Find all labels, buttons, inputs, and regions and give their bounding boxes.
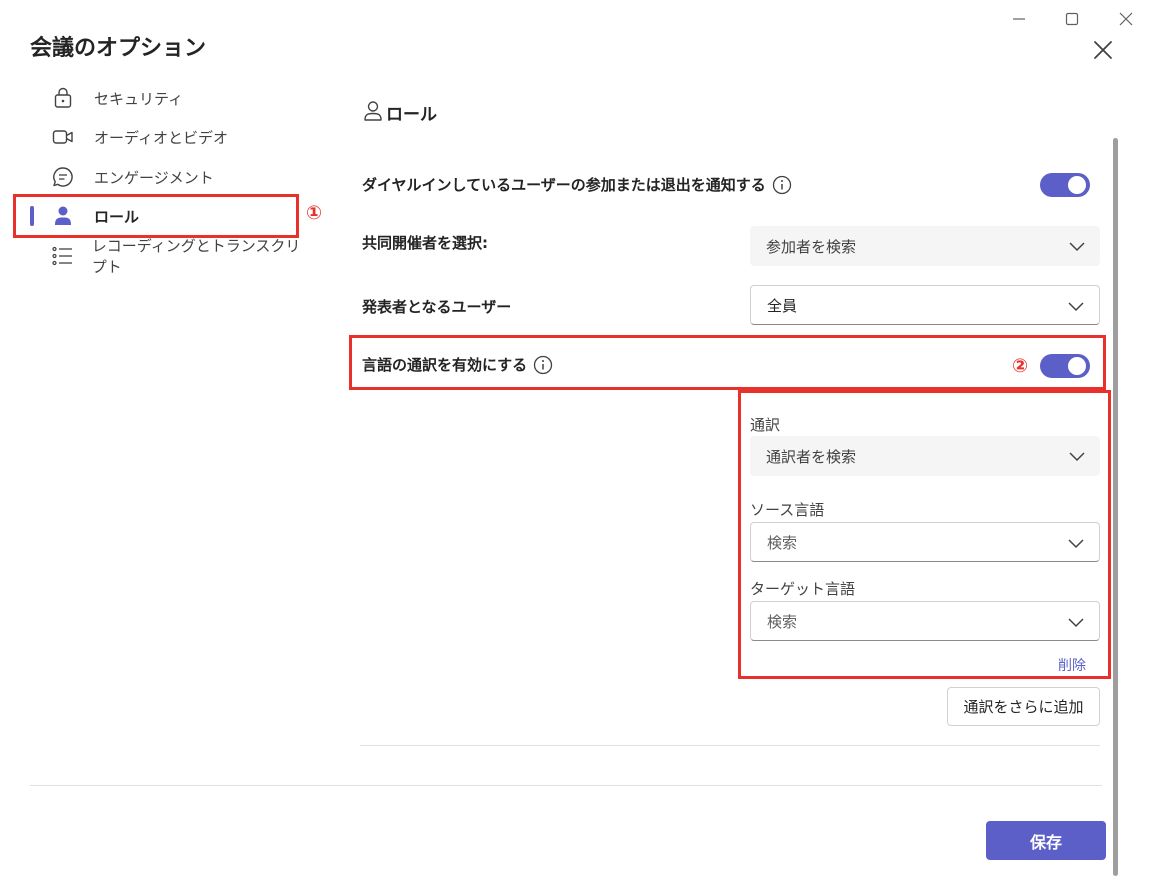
lock-icon bbox=[50, 87, 76, 109]
chevron-down-icon bbox=[1068, 618, 1084, 628]
sidebar-item-audio-video[interactable]: オーディオとビデオ bbox=[40, 122, 310, 152]
toggle-knob bbox=[1068, 176, 1086, 194]
info-icon[interactable] bbox=[772, 175, 792, 195]
dialog-close-button[interactable] bbox=[1090, 37, 1116, 63]
presenters-dropdown[interactable]: 全員 bbox=[750, 285, 1100, 325]
footer-divider bbox=[30, 785, 1102, 786]
person-outline-icon bbox=[362, 100, 384, 122]
sidebar-item-engagement[interactable]: エンゲージメント bbox=[40, 162, 310, 192]
interpreter-search[interactable]: 通訳者を検索 bbox=[750, 436, 1100, 476]
maximize-icon bbox=[1065, 12, 1079, 26]
target-language-label: ターゲット言語 bbox=[750, 580, 856, 598]
annotation-marker-1: ① bbox=[306, 202, 323, 224]
close-icon bbox=[1094, 41, 1112, 59]
maximize-button[interactable] bbox=[1058, 6, 1086, 32]
chevron-down-icon bbox=[1068, 539, 1084, 549]
list-icon bbox=[50, 245, 74, 267]
sidebar-item-label: オーディオとビデオ bbox=[94, 128, 228, 147]
minimize-button[interactable] bbox=[1005, 6, 1033, 32]
source-language-placeholder: 検索 bbox=[767, 533, 798, 552]
delete-interpreter-link[interactable]: 削除 bbox=[1058, 655, 1086, 675]
video-icon bbox=[50, 126, 76, 148]
interpretation-label-row: 言語の通訳を有効にする bbox=[362, 354, 553, 375]
add-more-interpreters-button[interactable]: 通訳をさらに追加 bbox=[947, 687, 1100, 726]
sidebar-item-label: レコーディングとトランスクリプト bbox=[91, 237, 301, 276]
interpretation-toggle[interactable] bbox=[1040, 354, 1090, 378]
source-language-dropdown[interactable]: 検索 bbox=[750, 522, 1100, 562]
sidebar-item-label: セキュリティ bbox=[94, 89, 184, 108]
save-button[interactable]: 保存 bbox=[986, 821, 1106, 860]
target-language-dropdown[interactable]: 検索 bbox=[750, 601, 1100, 641]
content-divider bbox=[360, 745, 1100, 746]
presenters-value: 全員 bbox=[767, 296, 798, 315]
target-language-placeholder: 検索 bbox=[767, 612, 798, 631]
chevron-down-icon bbox=[1069, 242, 1085, 252]
section-title: ロール bbox=[386, 105, 437, 125]
toggle-knob bbox=[1068, 357, 1086, 375]
sidebar-item-recording[interactable]: レコーディングとトランスクリプト bbox=[40, 237, 310, 276]
info-icon[interactable] bbox=[533, 355, 553, 375]
co-organizers-label: 共同開催者を選択: bbox=[362, 234, 488, 252]
highlight-box-roles bbox=[13, 194, 299, 238]
window-close-button[interactable] bbox=[1112, 6, 1140, 32]
dialin-notify-label-row: ダイヤルインしているユーザーの参加または退出を通知する bbox=[362, 174, 792, 195]
scrollbar-thumb[interactable] bbox=[1113, 138, 1118, 876]
presenters-label: 発表者となるユーザー bbox=[362, 298, 512, 316]
sidebar-item-label: エンゲージメント bbox=[94, 168, 214, 187]
minimize-icon bbox=[1013, 18, 1025, 20]
sidebar-item-security[interactable]: セキュリティ bbox=[40, 83, 310, 113]
source-language-label: ソース言語 bbox=[750, 501, 825, 519]
chevron-down-icon bbox=[1069, 452, 1085, 462]
co-organizers-placeholder: 参加者を検索 bbox=[766, 237, 857, 256]
chevron-down-icon bbox=[1068, 302, 1084, 312]
dialin-notify-toggle[interactable] bbox=[1040, 173, 1090, 197]
chat-icon bbox=[50, 166, 76, 188]
interpreter-placeholder: 通訳者を検索 bbox=[766, 447, 857, 466]
co-organizers-search[interactable]: 参加者を検索 bbox=[750, 226, 1100, 266]
interpreter-label: 通訳 bbox=[750, 416, 781, 434]
annotation-marker-2: ② bbox=[1012, 355, 1029, 377]
dialin-notify-label: ダイヤルインしているユーザーの参加または退出を通知する bbox=[362, 176, 766, 194]
dialog-title: 会議のオプション bbox=[30, 36, 207, 61]
interpretation-label: 言語の通訳を有効にする bbox=[362, 356, 528, 374]
close-icon bbox=[1119, 12, 1133, 26]
